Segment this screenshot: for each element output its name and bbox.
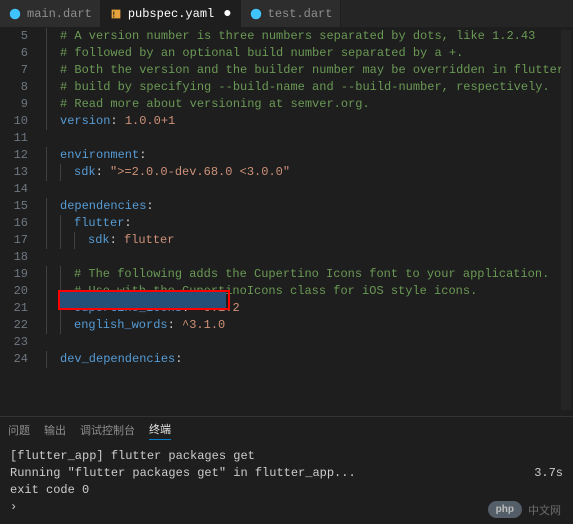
line-number: 23 (0, 334, 28, 351)
line-number: 16 (0, 215, 28, 232)
code-line[interactable]: # Both the version and the builder numbe… (46, 62, 573, 79)
line-number-gutter: 56789101112131415161718192021222324 (0, 28, 42, 416)
yaml-file-icon: ! (109, 7, 123, 21)
panel-tabs: 问题 输出 调试控制台 终端 (0, 416, 573, 442)
code-line[interactable]: # Read more about versioning at semver.o… (46, 96, 573, 113)
tab-pubspec-yaml[interactable]: ! pubspec.yaml ● (101, 0, 241, 27)
line-number: 21 (0, 300, 28, 317)
panel-tab-output[interactable]: 输出 (44, 420, 66, 440)
code-line[interactable]: flutter: (46, 215, 573, 232)
terminal-line: exit code 0 (10, 482, 563, 499)
code-line[interactable] (46, 249, 573, 266)
scrollbar[interactable] (561, 30, 571, 410)
panel-tab-problems[interactable]: 问题 (8, 420, 30, 440)
line-number: 13 (0, 164, 28, 181)
dart-file-icon (249, 7, 263, 21)
line-number: 7 (0, 62, 28, 79)
line-number: 17 (0, 232, 28, 249)
line-number: 14 (0, 181, 28, 198)
terminal-line: Running "flutter packages get" in flutte… (10, 465, 563, 482)
line-number: 24 (0, 351, 28, 368)
panel-tab-debug[interactable]: 调试控制台 (80, 420, 135, 440)
line-number: 19 (0, 266, 28, 283)
code-line[interactable]: environment: (46, 147, 573, 164)
watermark-badge: php (488, 501, 522, 518)
code-line[interactable]: # The following adds the Cupertino Icons… (46, 266, 573, 283)
code-line[interactable] (46, 334, 573, 351)
editor-tabs: main.dart ! pubspec.yaml ● test.dart (0, 0, 573, 28)
tab-label: pubspec.yaml (128, 7, 214, 21)
terminal-line: [flutter_app] flutter packages get (10, 448, 563, 465)
selection-highlight (60, 292, 226, 308)
tab-test-dart[interactable]: test.dart (241, 0, 342, 27)
code-line[interactable]: english_words: ^3.1.0 (46, 317, 573, 334)
line-number: 15 (0, 198, 28, 215)
line-number: 9 (0, 96, 28, 113)
svg-text:!: ! (112, 10, 115, 19)
watermark-text: 中文网 (528, 502, 561, 518)
code-line[interactable]: dependencies: (46, 198, 573, 215)
panel-tab-terminal[interactable]: 终端 (149, 419, 171, 440)
code-line[interactable]: # A version number is three numbers sepa… (46, 28, 573, 45)
code-line[interactable] (46, 181, 573, 198)
code-line[interactable]: dev_dependencies: (46, 351, 573, 368)
line-number: 5 (0, 28, 28, 45)
code-line[interactable]: version: 1.0.0+1 (46, 113, 573, 130)
close-icon[interactable]: ● (223, 7, 231, 21)
line-number: 10 (0, 113, 28, 130)
line-number: 8 (0, 79, 28, 96)
code-content[interactable]: # A version number is three numbers sepa… (42, 28, 573, 416)
code-line[interactable]: sdk: ">=2.0.0-dev.68.0 <3.0.0" (46, 164, 573, 181)
editor-area[interactable]: 56789101112131415161718192021222324 # A … (0, 28, 573, 416)
line-number: 22 (0, 317, 28, 334)
line-number: 12 (0, 147, 28, 164)
line-number: 18 (0, 249, 28, 266)
code-line[interactable] (46, 130, 573, 147)
code-line[interactable]: # followed by an optional build number s… (46, 45, 573, 62)
tab-label: test.dart (268, 7, 333, 21)
watermark: php 中文网 (488, 501, 561, 518)
code-line[interactable]: sdk: flutter (46, 232, 573, 249)
code-line[interactable]: # build by specifying --build-name and -… (46, 79, 573, 96)
line-number: 6 (0, 45, 28, 62)
tab-label: main.dart (27, 7, 92, 21)
dart-file-icon (8, 7, 22, 21)
line-number: 20 (0, 283, 28, 300)
line-number: 11 (0, 130, 28, 147)
tab-main-dart[interactable]: main.dart (0, 0, 101, 27)
terminal-prompt: › (10, 499, 563, 516)
